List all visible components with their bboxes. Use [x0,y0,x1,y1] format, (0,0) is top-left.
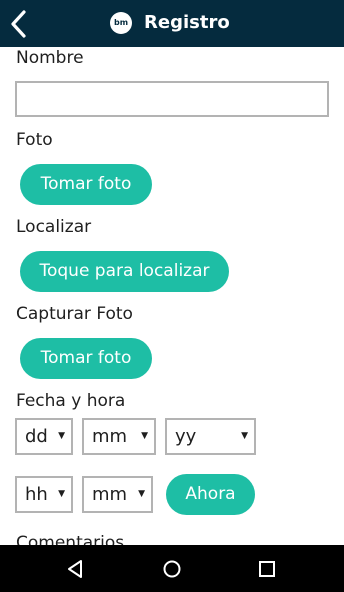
caret-down-icon: ▼ [58,489,65,499]
year-select-value: yy [175,426,197,447]
capturar-foto-button[interactable]: Tomar foto [20,338,152,379]
hour-select-value: hh [25,484,48,505]
localizar-button[interactable]: Toque para localizar [20,251,229,292]
page-title: Registro [144,12,230,33]
nav-back-button[interactable] [60,553,92,585]
nombre-input[interactable] [15,81,329,117]
day-select[interactable]: dd ▼ [15,418,73,455]
ahora-button[interactable]: Ahora [166,474,255,515]
caret-down-icon: ▼ [58,431,65,441]
system-nav-bar [0,545,344,592]
fecha-hora-label: Fecha y hora [16,391,126,411]
app-logo: bm [110,12,132,34]
circle-home-icon [163,560,181,578]
day-select-value: dd [25,426,48,447]
tomar-foto-button[interactable]: Tomar foto [20,164,152,205]
caret-down-icon: ▼ [241,431,248,441]
month-select-value: mm [92,426,128,447]
capturar-foto-label: Capturar Foto [16,304,133,324]
foto-label: Foto [16,130,53,150]
month-select[interactable]: mm ▼ [82,418,156,455]
hour-select[interactable]: hh ▼ [15,476,73,513]
square-recents-icon [259,561,275,577]
back-button[interactable] [4,6,36,42]
form-scroll-area[interactable]: Nombre Foto Tomar foto Localizar Toque p… [0,47,344,545]
caret-down-icon: ▼ [138,489,145,499]
localizar-label: Localizar [16,217,92,237]
nav-home-button[interactable] [156,553,188,585]
comentarios-label: Comentarios [16,533,125,545]
nombre-label: Nombre [16,48,84,68]
minute-select-value: mm [92,484,128,505]
year-select[interactable]: yy ▼ [165,418,256,455]
triangle-back-icon [68,560,82,578]
caret-down-icon: ▼ [141,431,148,441]
minute-select[interactable]: mm ▼ [82,476,153,513]
chevron-left-icon [11,10,26,38]
app-bar: bm Registro [0,0,344,47]
nav-recents-button[interactable] [251,553,283,585]
